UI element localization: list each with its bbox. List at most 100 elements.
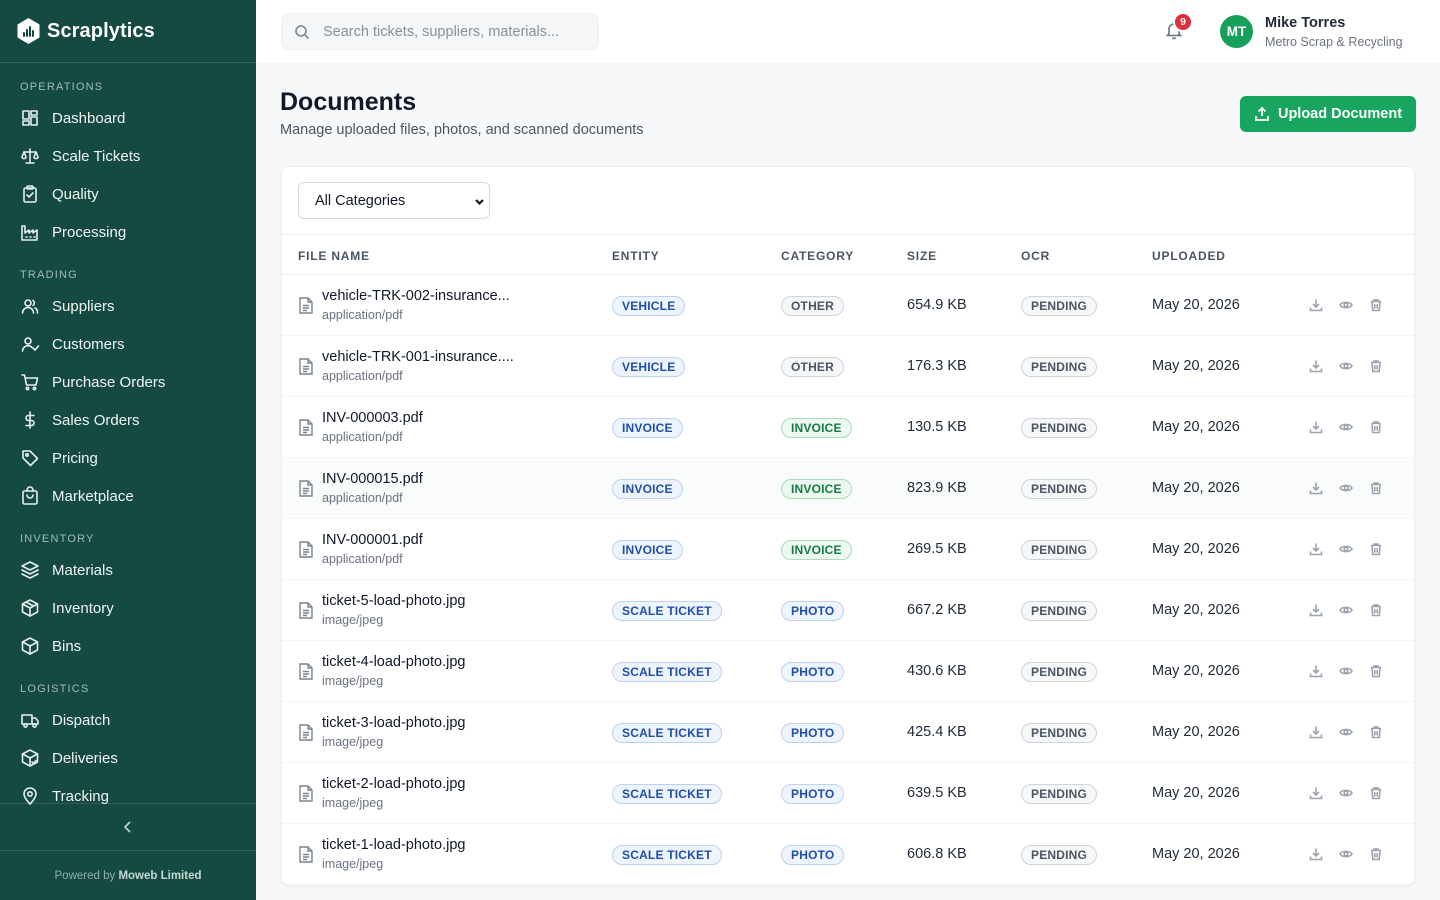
table-row[interactable]: vehicle-TRK-001-insurance.... application… — [282, 336, 1414, 397]
table-row[interactable]: INV-000003.pdf application/pdf INVOICE INVO… — [282, 397, 1414, 458]
delete-button[interactable] — [1369, 298, 1384, 313]
sidebar-item-purchase-orders[interactable]: Purchase Orders — [0, 363, 256, 401]
sidebar-item-dashboard[interactable]: Dashboard — [0, 99, 256, 137]
eye-icon — [1339, 606, 1353, 614]
file-name[interactable]: INV-000003.pdf — [322, 410, 423, 426]
delete-button[interactable] — [1369, 664, 1384, 679]
trash-icon — [1371, 482, 1381, 495]
column-header-file-name[interactable]: FILE NAME — [298, 249, 370, 263]
file-name[interactable]: ticket-4-load-photo.jpg — [322, 654, 465, 670]
sidebar-item-processing[interactable]: Processing — [0, 213, 256, 251]
column-header-entity[interactable]: ENTITY — [612, 249, 659, 263]
sidebar-item-customers[interactable]: Customers — [0, 325, 256, 363]
table-row[interactable]: INV-000001.pdf application/pdf INVOICE INVO… — [282, 519, 1414, 580]
table-row[interactable]: ticket-3-load-photo.jpg image/jpeg SCALE T… — [282, 702, 1414, 763]
download-button[interactable] — [1309, 481, 1324, 496]
download-button[interactable] — [1309, 786, 1324, 801]
delete-button[interactable] — [1369, 603, 1384, 618]
file-name[interactable]: INV-000015.pdf — [322, 471, 423, 487]
entity-badge: INVOICE — [612, 540, 683, 560]
category-filter-select[interactable]: All Categories — [298, 182, 490, 219]
delete-button[interactable] — [1369, 359, 1384, 374]
column-header-category[interactable]: CATEGORY — [781, 249, 854, 263]
table-header: FILE NAME ENTITY CATEGORY SIZE OCR UPLOA… — [282, 235, 1414, 275]
view-button[interactable] — [1339, 786, 1354, 801]
view-button[interactable] — [1339, 603, 1354, 618]
sidebar-item-sales-orders[interactable]: Sales Orders — [0, 401, 256, 439]
sidebar-item-label: Pricing — [52, 449, 98, 467]
avatar[interactable]: MT — [1220, 15, 1253, 48]
download-button[interactable] — [1309, 725, 1324, 740]
notification-count-badge: 9 — [1173, 12, 1193, 32]
upload-document-button[interactable]: Upload Document — [1240, 96, 1416, 132]
download-button[interactable] — [1309, 542, 1324, 557]
search-box[interactable] — [281, 13, 599, 50]
tag-icon — [22, 450, 39, 467]
category-badge: PHOTO — [781, 784, 845, 804]
collapse-sidebar-button[interactable] — [0, 803, 256, 851]
sidebar-item-dispatch[interactable]: Dispatch — [0, 701, 256, 739]
sidebar-item-scale-tickets[interactable]: Scale Tickets — [0, 137, 256, 175]
file-name[interactable]: ticket-3-load-photo.jpg — [322, 715, 465, 731]
powered-by-company[interactable]: Moweb Limited — [118, 870, 201, 882]
delete-button[interactable] — [1369, 847, 1384, 862]
view-button[interactable] — [1339, 725, 1354, 740]
sidebar-item-inventory[interactable]: Inventory — [0, 589, 256, 627]
download-button[interactable] — [1309, 664, 1324, 679]
sidebar-item-suppliers[interactable]: Suppliers — [0, 287, 256, 325]
layers-icon — [21, 561, 39, 579]
table-row[interactable]: INV-000015.pdf application/pdf INVOICE INVO… — [282, 458, 1414, 519]
table-row[interactable]: ticket-1-load-photo.jpg image/jpeg SCALE T… — [282, 824, 1414, 885]
delete-button[interactable] — [1369, 725, 1384, 740]
user-name[interactable]: Mike Torres — [1265, 15, 1345, 31]
sidebar-item-bins[interactable]: Bins — [0, 627, 256, 665]
view-button[interactable] — [1339, 542, 1354, 557]
table-row[interactable]: ticket-4-load-photo.jpg image/jpeg SCALE T… — [282, 641, 1414, 702]
column-header-uploaded[interactable]: UPLOADED — [1152, 249, 1226, 263]
table-row[interactable]: ticket-5-load-photo.jpg image/jpeg SCALE T… — [282, 580, 1414, 641]
view-button[interactable] — [1339, 664, 1354, 679]
file-name[interactable]: INV-000001.pdf — [322, 532, 423, 548]
table-row[interactable]: vehicle-TRK-002-insurance... application/… — [282, 275, 1414, 336]
download-button[interactable] — [1309, 298, 1324, 313]
download-button[interactable] — [1309, 359, 1324, 374]
view-button[interactable] — [1339, 420, 1354, 435]
sidebar-item-pricing[interactable]: Pricing — [0, 439, 256, 477]
column-header-ocr[interactable]: OCR — [1021, 249, 1050, 263]
sidebar-item-deliveries[interactable]: Deliveries — [0, 739, 256, 777]
sidebar-item-marketplace[interactable]: Marketplace — [0, 477, 256, 515]
delete-button[interactable] — [1369, 542, 1384, 557]
search-input[interactable] — [323, 23, 593, 40]
column-header-size[interactable]: SIZE — [907, 249, 937, 263]
sidebar-item-materials[interactable]: Materials — [0, 551, 256, 589]
sidebar-item-label: Inventory — [52, 599, 114, 617]
file-size: 639.5 KB — [907, 785, 967, 801]
file-name[interactable]: ticket-1-load-photo.jpg — [322, 837, 465, 853]
download-button[interactable] — [1309, 847, 1324, 862]
category-badge: INVOICE — [781, 540, 852, 560]
eye-icon — [1339, 728, 1353, 736]
sidebar-item-quality[interactable]: Quality — [0, 175, 256, 213]
delete-button[interactable] — [1369, 786, 1384, 801]
view-button[interactable] — [1339, 359, 1354, 374]
table-row[interactable]: ticket-2-load-photo.jpg image/jpeg SCALE T… — [282, 763, 1414, 824]
scale-icon — [21, 148, 39, 164]
delete-button[interactable] — [1369, 481, 1384, 496]
file-name[interactable]: ticket-2-load-photo.jpg — [322, 776, 465, 792]
brand[interactable]: Scraplytics — [0, 0, 256, 63]
download-button[interactable] — [1309, 603, 1324, 618]
download-button[interactable] — [1309, 420, 1324, 435]
file-name[interactable]: ticket-5-load-photo.jpg — [322, 593, 465, 609]
download-icon — [1309, 726, 1323, 739]
powered-by: Powered by Moweb Limited — [0, 870, 256, 882]
nav-section-trading: TRADING — [20, 269, 78, 281]
view-button[interactable] — [1339, 298, 1354, 313]
file-name[interactable]: vehicle-TRK-001-insurance.... — [322, 349, 514, 365]
filter-row: All Categories — [282, 167, 1414, 235]
file-mime-type: image/jpeg — [322, 857, 384, 871]
view-button[interactable] — [1339, 481, 1354, 496]
view-button[interactable] — [1339, 847, 1354, 862]
ocr-status-badge: PENDING — [1021, 601, 1098, 621]
delete-button[interactable] — [1369, 420, 1384, 435]
file-name[interactable]: vehicle-TRK-002-insurance... — [322, 288, 510, 304]
